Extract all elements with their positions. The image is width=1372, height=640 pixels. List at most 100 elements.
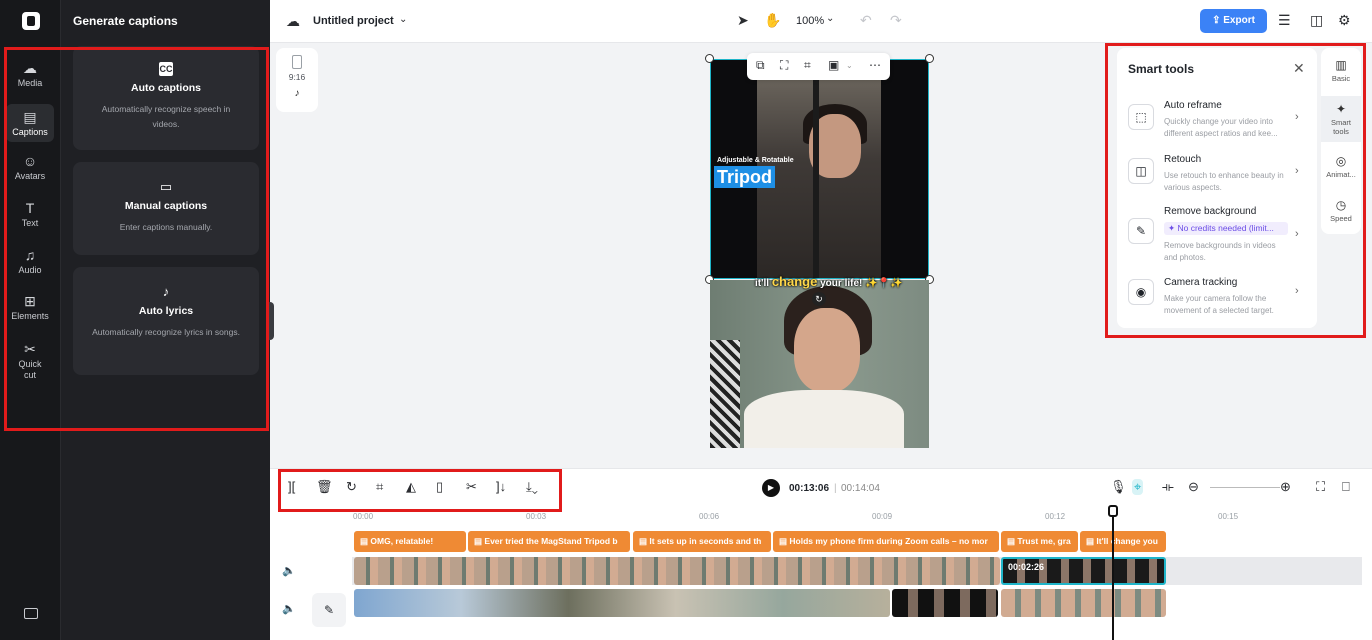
track-volume-icon[interactable]: 🔈 xyxy=(282,564,296,577)
trim-icon[interactable]: ]↓ xyxy=(496,479,506,494)
keyboard-shortcuts-icon[interactable] xyxy=(24,608,38,619)
tool-retouch[interactable]: ◫ Retouch Use retouch to enhance beauty … xyxy=(1128,154,1308,198)
playhead[interactable] xyxy=(1112,507,1114,640)
chevron-right-icon: › xyxy=(1295,285,1299,297)
edit-cover-icon[interactable]: ✎ xyxy=(312,593,346,627)
subtitle-overlay[interactable]: it'll change your life! ✨📍✨ xyxy=(755,274,902,289)
feedback-icon[interactable]: ⎕ xyxy=(1342,479,1350,495)
layout-icon[interactable]: ◫ xyxy=(1310,12,1323,29)
text-icon: T xyxy=(25,200,35,216)
crop-icon[interactable]: ⌗ xyxy=(804,58,811,73)
caption-clip[interactable]: ▤ It sets up in seconds and th xyxy=(633,531,771,552)
broll-track-clip[interactable] xyxy=(892,589,998,617)
background-icon[interactable]: ▣ xyxy=(828,58,839,72)
freeze-icon[interactable]: ▯ xyxy=(436,479,443,495)
undo-icon[interactable]: ↶ xyxy=(860,12,872,29)
app-logo[interactable] xyxy=(22,12,40,30)
auto-captions-card[interactable]: CC Auto captions Automatically recognize… xyxy=(73,46,259,150)
project-name[interactable]: Untitled project xyxy=(313,15,394,27)
aspect-ratio-chip[interactable]: 9:16 ♪ xyxy=(276,48,318,112)
speed-replay-icon[interactable]: ↻ xyxy=(346,479,357,495)
download-icon[interactable]: ⤓⌄ xyxy=(526,479,538,495)
quick-cut-icon[interactable]: ✂ xyxy=(466,479,477,495)
caption-clip[interactable]: ▤ Trust me, gra xyxy=(1001,531,1078,552)
resize-handle[interactable] xyxy=(925,54,934,63)
replace-icon[interactable]: ⧉ xyxy=(756,58,765,73)
tool-title: Auto reframe xyxy=(1164,100,1222,111)
current-time: 00:13:06 xyxy=(789,483,830,494)
rotate-handle-icon[interactable]: ↻ xyxy=(812,292,826,306)
play-button[interactable]: ▶ xyxy=(762,479,780,497)
split-line-icon[interactable]: ⟛ xyxy=(1162,479,1174,495)
redo-icon[interactable]: ↷ xyxy=(890,12,902,29)
caption-clip[interactable]: ▤ Holds my phone firm during Zoom calls … xyxy=(773,531,999,552)
more-icon[interactable]: ⋯ xyxy=(869,58,881,72)
zoom-in-icon[interactable]: ⊕ xyxy=(1280,479,1291,495)
rail-tab-animation[interactable]: ◎ Animat... xyxy=(1321,154,1361,179)
time-ruler[interactable]: 00:00 00:03 00:06 00:09 00:12 00:15 xyxy=(353,512,1363,526)
zoom-slider[interactable] xyxy=(1210,487,1280,488)
video-clip-top[interactable]: Adjustable & Rotatable Tripod xyxy=(710,59,929,279)
video-track-clip[interactable] xyxy=(354,557,1000,585)
manual-captions-card[interactable]: ▭ Manual captions Enter captions manuall… xyxy=(73,162,259,255)
rail-item-media[interactable]: ☁ Media xyxy=(6,60,54,88)
close-icon[interactable]: ✕ xyxy=(1293,60,1305,77)
microphone-icon[interactable]: 🎙 xyxy=(1110,479,1127,495)
chevron-down-icon[interactable]: ⌄ xyxy=(846,61,853,70)
rail-tab-speed[interactable]: ◷ Speed xyxy=(1321,198,1361,223)
subtitle-part: it'll xyxy=(755,278,772,289)
delete-icon[interactable]: 🗑 xyxy=(316,479,333,495)
rail-item-elements[interactable]: ⊞ Elements xyxy=(6,293,54,321)
rail-item-quick-cut[interactable]: ✂ Quick cut xyxy=(6,341,54,381)
lyrics-icon: ♪ xyxy=(162,284,170,299)
ruler-label: 00:06 xyxy=(699,512,720,521)
auto-lyrics-card[interactable]: ♪ Auto lyrics Automatically recognize ly… xyxy=(73,267,259,375)
zoom-dropdown-icon[interactable]: ⌄ xyxy=(826,13,834,24)
playhead-handle[interactable] xyxy=(1108,505,1118,517)
rail-item-captions[interactable]: ▤ Captions xyxy=(6,104,54,142)
music-icon: ♫ xyxy=(24,247,36,263)
rail-item-label: Media xyxy=(17,78,43,88)
rail-item-audio[interactable]: ♫ Audio xyxy=(6,247,54,275)
overlay-small-caption[interactable]: Adjustable & Rotatable xyxy=(717,157,794,164)
tool-remove-background[interactable]: ✎ Remove background ✦ No credits needed … xyxy=(1128,206,1308,266)
settings-icon[interactable]: ⚙ xyxy=(1338,12,1351,29)
rail-item-label: Text xyxy=(21,218,39,228)
magnet-snap-icon[interactable]: ⌖ xyxy=(1132,479,1144,495)
video-face xyxy=(794,308,860,392)
track-volume-icon[interactable]: 🔈 xyxy=(282,602,296,615)
caption-clip[interactable]: ▤ OMG, relatable! xyxy=(354,531,466,552)
chevron-down-icon[interactable]: ⌄ xyxy=(399,14,407,25)
credits-badge: ✦ No credits needed (limit... xyxy=(1164,222,1288,235)
broll-track-clip[interactable] xyxy=(354,589,890,617)
menu-icon[interactable]: ☰ xyxy=(1278,12,1291,29)
caption-clip-text: Ever tried the MagStand Tripod b xyxy=(484,536,618,546)
flip-icon[interactable]: ◭ xyxy=(406,479,416,495)
broll-track-clip[interactable] xyxy=(1001,589,1166,617)
rail-item-avatars[interactable]: ☺ Avatars xyxy=(6,153,54,181)
caption-clip[interactable]: ▤ It'll change you xyxy=(1080,531,1166,552)
rail-tab-smart-tools[interactable]: ✦ Smart tools xyxy=(1321,96,1361,142)
resize-handle[interactable] xyxy=(705,54,714,63)
chevron-right-icon: › xyxy=(1295,228,1299,240)
tool-camera-tracking[interactable]: ◉ Camera tracking Make your camera follo… xyxy=(1128,277,1308,321)
ratio-label: 9:16 xyxy=(288,72,306,82)
collapse-panel-handle[interactable] xyxy=(268,302,274,340)
hand-pan-icon[interactable]: ✋ xyxy=(764,12,781,29)
export-button[interactable]: ⇪ Export xyxy=(1200,9,1267,33)
rail-item-text[interactable]: T Text xyxy=(6,200,54,228)
rail-tab-basic[interactable]: ▥ Basic xyxy=(1321,58,1361,83)
select-pointer-icon[interactable]: ➤ xyxy=(737,12,749,29)
tool-auto-reframe[interactable]: ⬚ Auto reframe Quickly change your video… xyxy=(1128,100,1308,144)
reframe-icon: ⬚ xyxy=(1128,104,1154,130)
card-title: Auto captions xyxy=(131,82,201,94)
zoom-out-icon[interactable]: ⊖ xyxy=(1188,479,1199,495)
zoom-level[interactable]: 100% xyxy=(796,15,824,27)
caption-clip[interactable]: ▤ Ever tried the MagStand Tripod b xyxy=(468,531,630,552)
fit-icon[interactable]: ⛶ xyxy=(780,58,788,73)
split-icon[interactable]: ][ xyxy=(288,479,295,494)
ruler-label: 00:15 xyxy=(1218,512,1239,521)
overlay-big-caption[interactable]: Tripod xyxy=(714,166,775,188)
crop-icon[interactable]: ⌗ xyxy=(376,479,383,495)
fullscreen-icon[interactable]: ⛶ xyxy=(1316,479,1325,495)
